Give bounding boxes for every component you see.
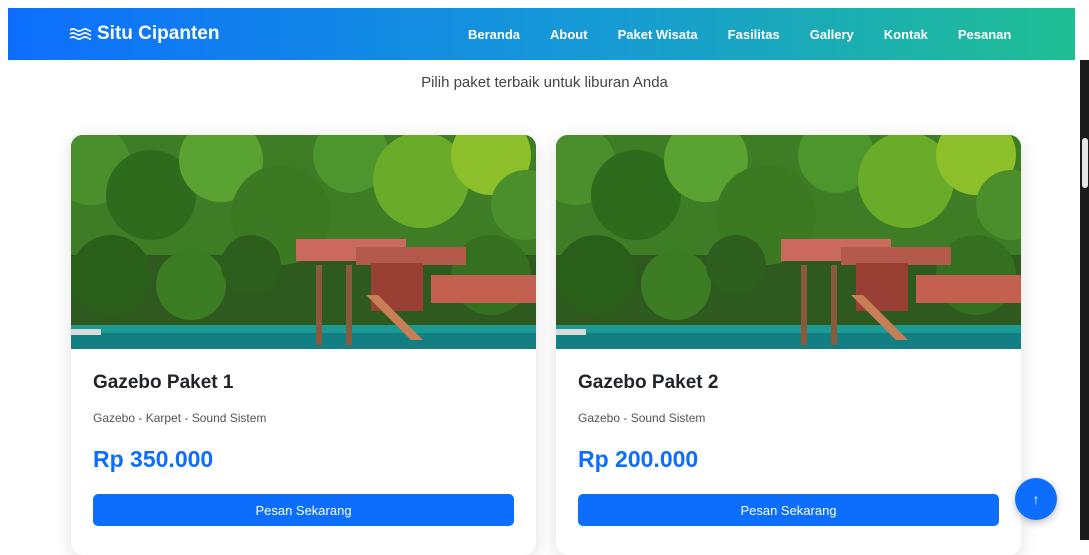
nav-link-paket-wisata[interactable]: Paket Wisata bbox=[618, 27, 698, 42]
package-card-1: Gazebo Paket 1 Gazebo - Karpet - Sound S… bbox=[71, 135, 536, 555]
nav-link-pesanan[interactable]: Pesanan bbox=[958, 27, 1011, 42]
waves-icon bbox=[69, 28, 91, 40]
brand-name: Situ Cipanten bbox=[97, 23, 220, 44]
arrow-up-icon: ↑ bbox=[1032, 491, 1040, 507]
brand[interactable]: Situ Cipanten bbox=[69, 8, 219, 60]
package-description: Gazebo - Karpet - Sound Sistem bbox=[93, 411, 267, 425]
package-description: Gazebo - Sound Sistem bbox=[578, 411, 706, 425]
order-button[interactable]: Pesan Sekarang bbox=[578, 494, 999, 526]
scrollbar-thumb[interactable] bbox=[1082, 138, 1088, 188]
package-price: Rp 200.000 bbox=[578, 446, 699, 472]
package-price: Rp 350.000 bbox=[93, 446, 214, 472]
scroll-to-top-button[interactable]: ↑ bbox=[1015, 478, 1057, 520]
order-button[interactable]: Pesan Sekarang bbox=[93, 494, 514, 526]
nav-link-gallery[interactable]: Gallery bbox=[810, 27, 854, 42]
package-card-2: Gazebo Paket 2 Gazebo - Sound Sistem Rp … bbox=[556, 135, 1021, 555]
nav-link-fasilitas[interactable]: Fasilitas bbox=[728, 27, 780, 42]
nav-link-beranda[interactable]: Beranda bbox=[468, 27, 520, 42]
package-title: Gazebo Paket 2 bbox=[578, 372, 719, 393]
nav-link-about[interactable]: About bbox=[550, 27, 588, 42]
scrollbar[interactable] bbox=[1080, 60, 1089, 540]
package-image bbox=[556, 135, 1021, 349]
package-title: Gazebo Paket 1 bbox=[93, 372, 234, 393]
package-image bbox=[71, 135, 536, 349]
section-subtitle: Pilih paket terbaik untuk liburan Anda bbox=[421, 74, 668, 91]
navbar: Situ Cipanten Beranda About Paket Wisata… bbox=[8, 8, 1075, 60]
nav-links: Beranda About Paket Wisata Fasilitas Gal… bbox=[468, 8, 1011, 60]
nav-link-kontak[interactable]: Kontak bbox=[884, 27, 928, 42]
